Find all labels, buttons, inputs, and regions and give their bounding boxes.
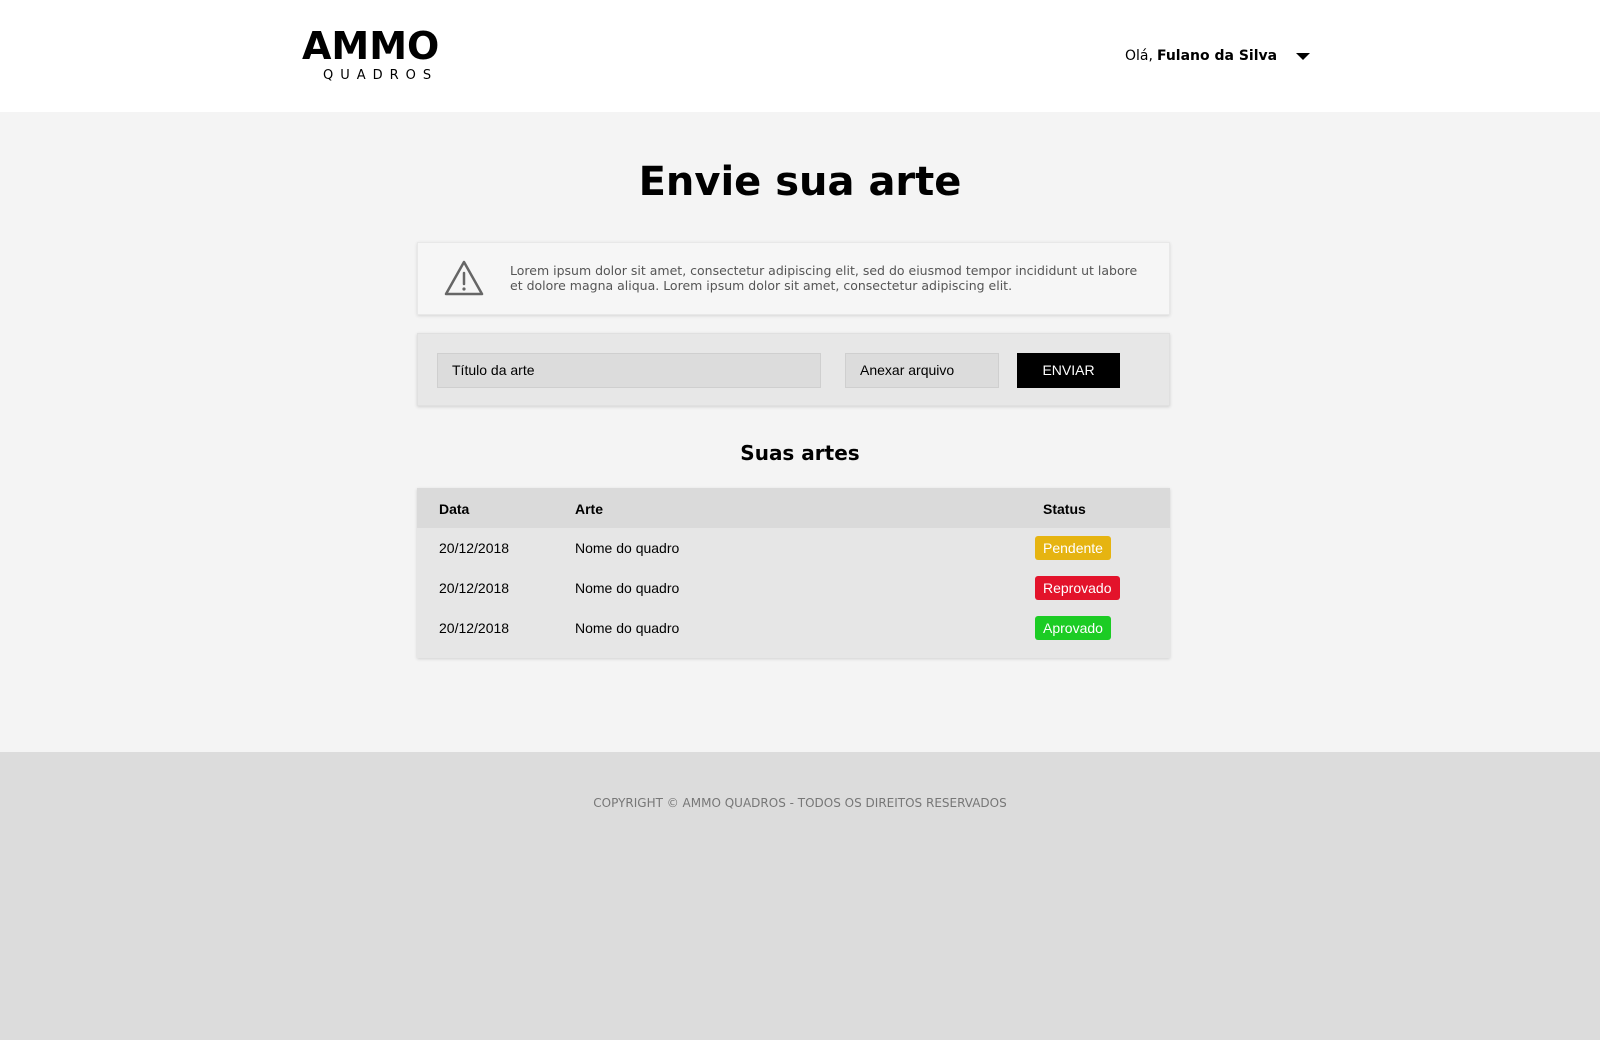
attach-file-button[interactable]: Anexar arquivo [845, 353, 999, 388]
ammo-quadros-logo[interactable]: AMMO QUADROS [302, 26, 447, 86]
row-date: 20/12/2018 [439, 580, 510, 596]
chevron-down-icon[interactable] [1296, 52, 1311, 60]
main-content: Envie sua arte Lorem ipsum dolor sit ame… [0, 112, 1600, 752]
arts-table: Data Arte Status 20/12/2018 Nome do quad… [417, 488, 1170, 658]
row-date: 20/12/2018 [439, 620, 510, 636]
column-header-date: Data [439, 501, 470, 517]
warning-icon [444, 260, 484, 296]
art-title-input[interactable]: Título da arte [437, 353, 821, 388]
row-art-name: Nome do quadro [575, 580, 680, 596]
alert-box: Lorem ipsum dolor sit amet, consectetur … [417, 242, 1170, 315]
header: AMMO QUADROS Olá, Fulano da Silva [0, 0, 1600, 112]
footer: COPYRIGHT © AMMO QUADROS - TODOS OS DIRE… [0, 752, 1600, 1040]
logo-wordmark: AMMO [302, 24, 440, 68]
logo-subtitle: QUADROS [323, 68, 439, 83]
page-title: Envie sua arte [638, 159, 962, 205]
status-badge: Reprovado [1035, 576, 1120, 600]
send-button[interactable]: ENVIAR [1017, 353, 1120, 388]
status-badge: Pendente [1035, 536, 1111, 560]
row-art-name: Nome do quadro [575, 540, 680, 556]
column-header-status: Status [1043, 501, 1086, 517]
column-header-art: Arte [575, 501, 604, 517]
table-row: 20/12/2018 Nome do quadro Aprovado [417, 608, 1170, 648]
user-menu[interactable]: Olá, Fulano da Silva [1125, 45, 1311, 67]
table-header: Data Arte Status [417, 488, 1170, 528]
copyright-text: COPYRIGHT © AMMO QUADROS - TODOS OS DIRE… [593, 796, 1007, 810]
upload-form: Título da arte Anexar arquivo ENVIAR [417, 333, 1170, 406]
user-name: Fulano da Silva [1156, 48, 1278, 64]
table-row: 20/12/2018 Nome do quadro Pendente [417, 528, 1170, 568]
user-greeting: Olá, [1125, 48, 1153, 64]
alert-message: Lorem ipsum dolor sit amet, consectetur … [510, 263, 1138, 293]
section-title: Suas artes [740, 441, 860, 465]
status-badge: Aprovado [1035, 616, 1111, 640]
row-art-name: Nome do quadro [575, 620, 680, 636]
table-row: 20/12/2018 Nome do quadro Reprovado [417, 568, 1170, 608]
row-date: 20/12/2018 [439, 540, 510, 556]
